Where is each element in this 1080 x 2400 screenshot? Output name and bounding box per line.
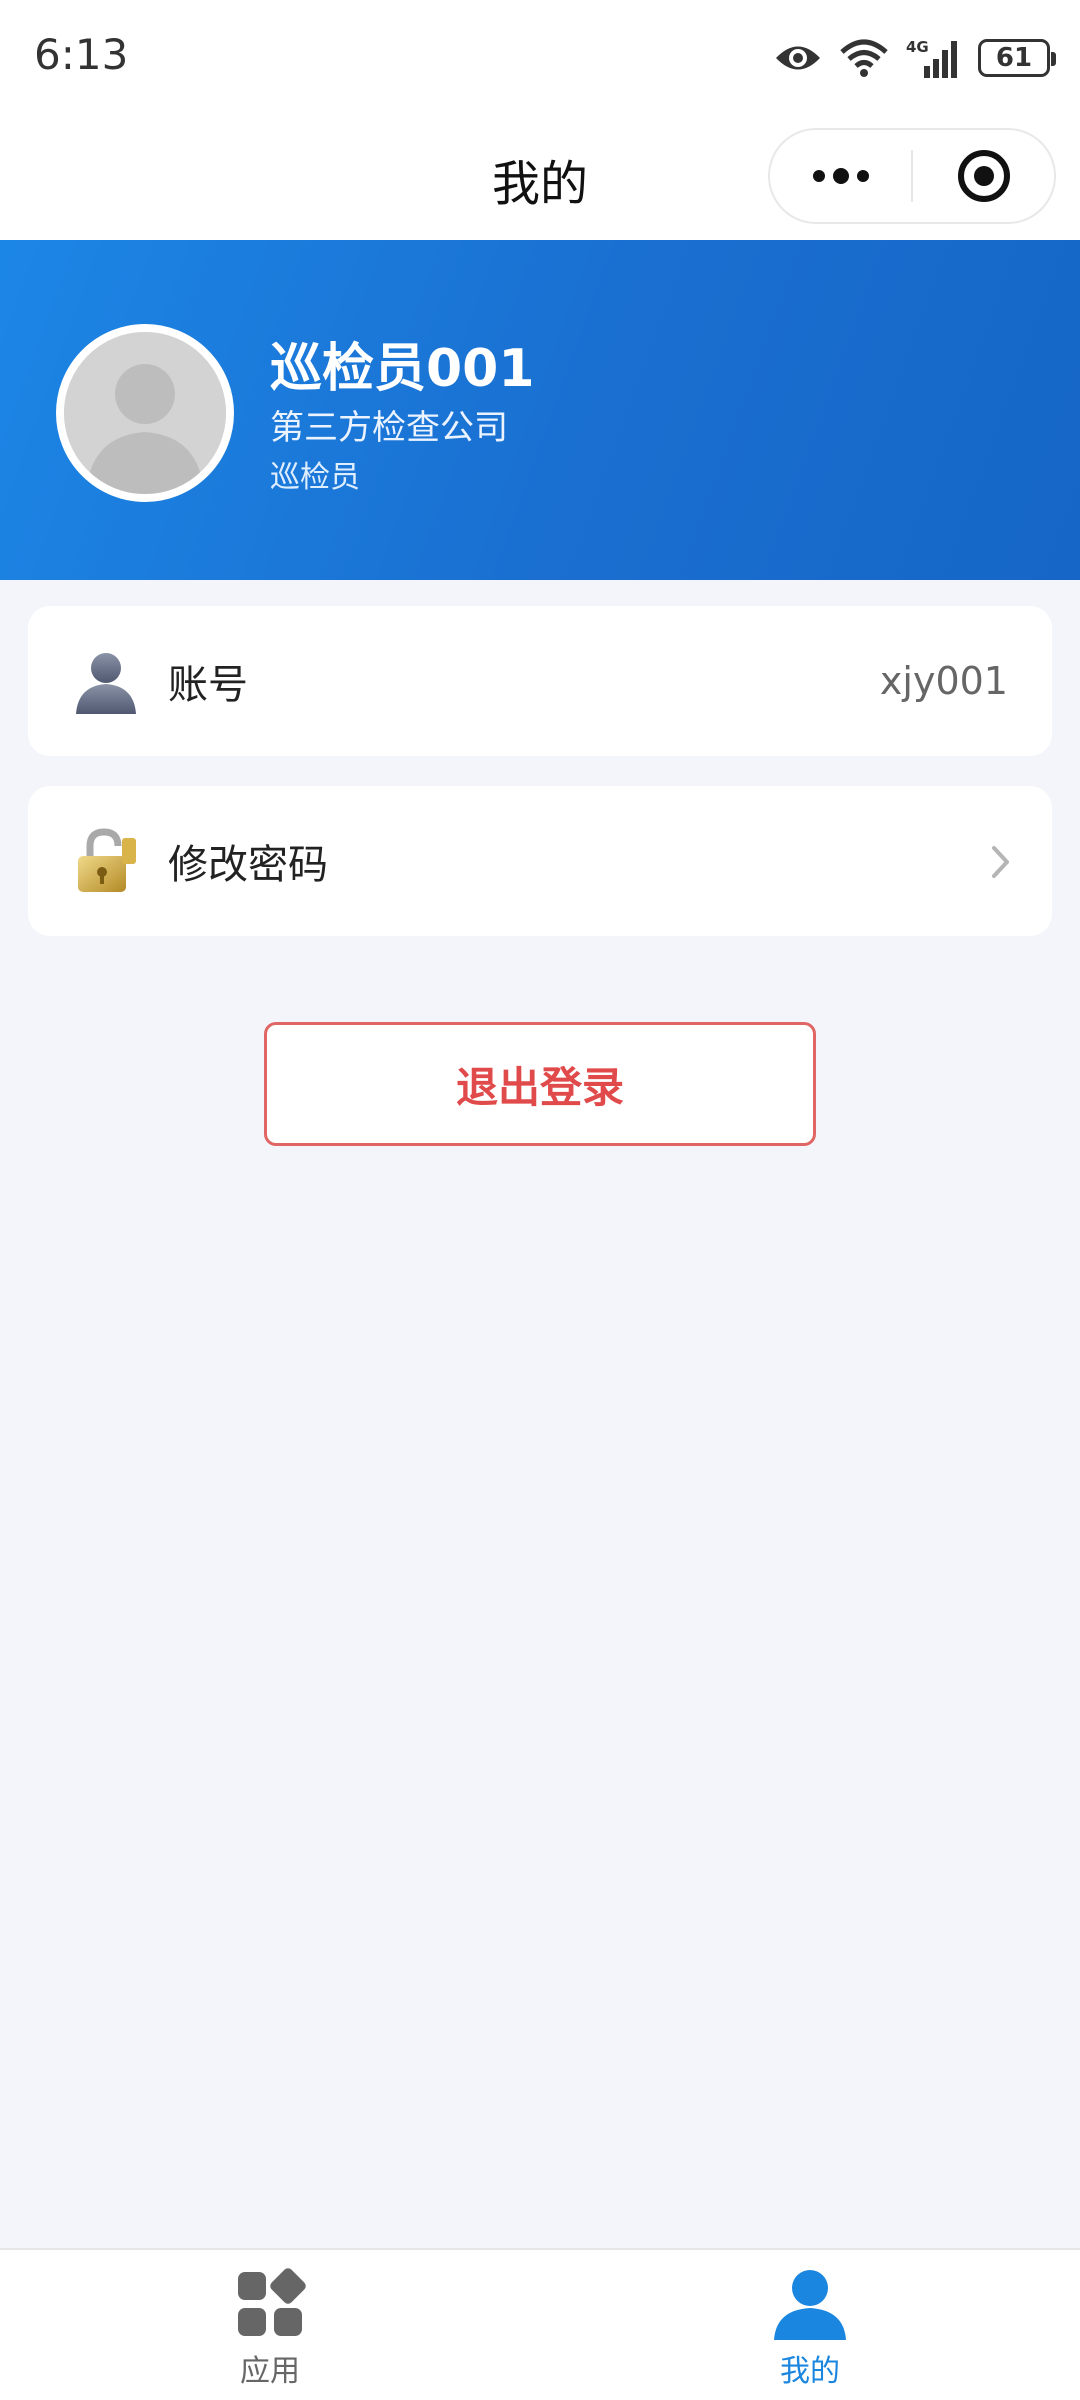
svg-text:4G: 4G bbox=[906, 38, 929, 56]
target-circle-icon bbox=[957, 150, 1010, 202]
user-company: 第三方检查公司 bbox=[270, 408, 508, 448]
change-password-label: 修改密码 bbox=[168, 842, 328, 888]
apps-grid-icon bbox=[238, 2268, 306, 2336]
status-time: 6:13 bbox=[34, 30, 129, 79]
battery-icon: 61 bbox=[978, 39, 1056, 77]
more-dots-icon bbox=[812, 168, 869, 184]
account-card: 账号 xjy001 bbox=[28, 606, 1052, 756]
wifi-icon bbox=[840, 39, 888, 77]
status-icons: 4G 61 bbox=[774, 34, 1056, 82]
eye-icon bbox=[776, 46, 820, 70]
account-value: xjy001 bbox=[879, 659, 1008, 703]
more-button[interactable] bbox=[770, 130, 911, 222]
battery-level: 61 bbox=[995, 43, 1033, 73]
user-role: 巡检员 bbox=[270, 460, 360, 495]
user-silhouette-icon bbox=[76, 653, 136, 714]
status-bar: 6:13 4G 61 bbox=[0, 0, 1080, 118]
padlock-icon bbox=[78, 828, 136, 892]
default-avatar-icon bbox=[64, 332, 226, 494]
logout-button[interactable]: 退出登录 bbox=[264, 1022, 816, 1146]
nav-bar: 我的 bbox=[0, 118, 1080, 240]
mini-program-capsule bbox=[768, 128, 1056, 224]
tab-mine[interactable]: 我的 bbox=[540, 2250, 1080, 2400]
change-password-row[interactable]: 修改密码 bbox=[28, 786, 1052, 936]
tab-mine-label: 我的 bbox=[780, 2354, 840, 2389]
signal-4g-icon: 4G bbox=[906, 38, 957, 78]
user-name: 巡检员001 bbox=[270, 339, 535, 399]
profile-header: 巡检员001 第三方检查公司 巡检员 bbox=[0, 240, 1080, 580]
close-mini-program-button[interactable] bbox=[913, 130, 1054, 222]
tab-apps[interactable]: 应用 bbox=[0, 2250, 540, 2400]
avatar bbox=[56, 324, 234, 502]
chevron-right-icon bbox=[992, 846, 1009, 878]
account-label: 账号 bbox=[168, 662, 248, 708]
person-icon bbox=[774, 2270, 846, 2340]
tab-bar: 应用 我的 bbox=[0, 2248, 1080, 2400]
tab-apps-label: 应用 bbox=[240, 2354, 300, 2389]
